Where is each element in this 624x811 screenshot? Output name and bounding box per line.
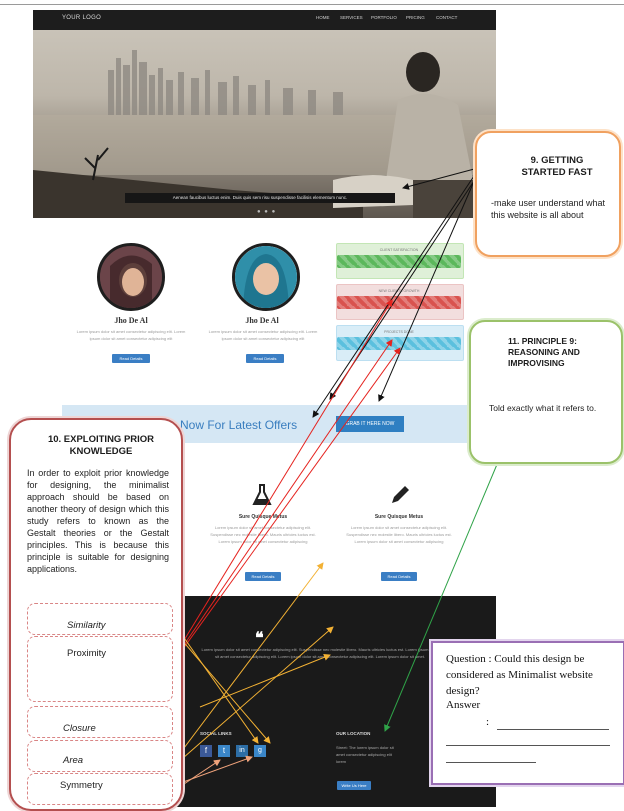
callout-body: In order to exploit prior knowledge for … bbox=[27, 468, 169, 574]
callout-body: Told exactly what it refers to. bbox=[489, 403, 597, 413]
principle-similarity: Similarity bbox=[67, 620, 106, 631]
principle-closure: Closure bbox=[63, 723, 96, 734]
answer-line[interactable] bbox=[446, 745, 610, 746]
principle-proximity: Proximity bbox=[67, 648, 107, 659]
principle-box bbox=[27, 740, 173, 772]
principle-symmetry: Symmetry bbox=[60, 780, 103, 791]
callout-getting-started bbox=[475, 131, 621, 257]
answer-colon: : bbox=[486, 716, 490, 728]
callout-title: 10. EXPLOITING PRIOR KNOWLEDGE bbox=[47, 434, 155, 457]
callout-title: 11. PRINCIPLE 9: REASONING AND IMPROVISI… bbox=[508, 336, 580, 368]
answer-label: Answer bbox=[446, 699, 481, 711]
principle-area: Area bbox=[63, 755, 84, 766]
callout-title: 9. GETTING STARTED FAST bbox=[521, 155, 593, 178]
principle-box bbox=[27, 636, 173, 702]
principle-box bbox=[27, 706, 173, 738]
answer-line[interactable] bbox=[497, 729, 609, 730]
callout-body: -make user understand what this website … bbox=[491, 198, 606, 220]
answer-line[interactable] bbox=[446, 762, 536, 763]
question-text: Question : Could this design be consider… bbox=[446, 653, 593, 697]
